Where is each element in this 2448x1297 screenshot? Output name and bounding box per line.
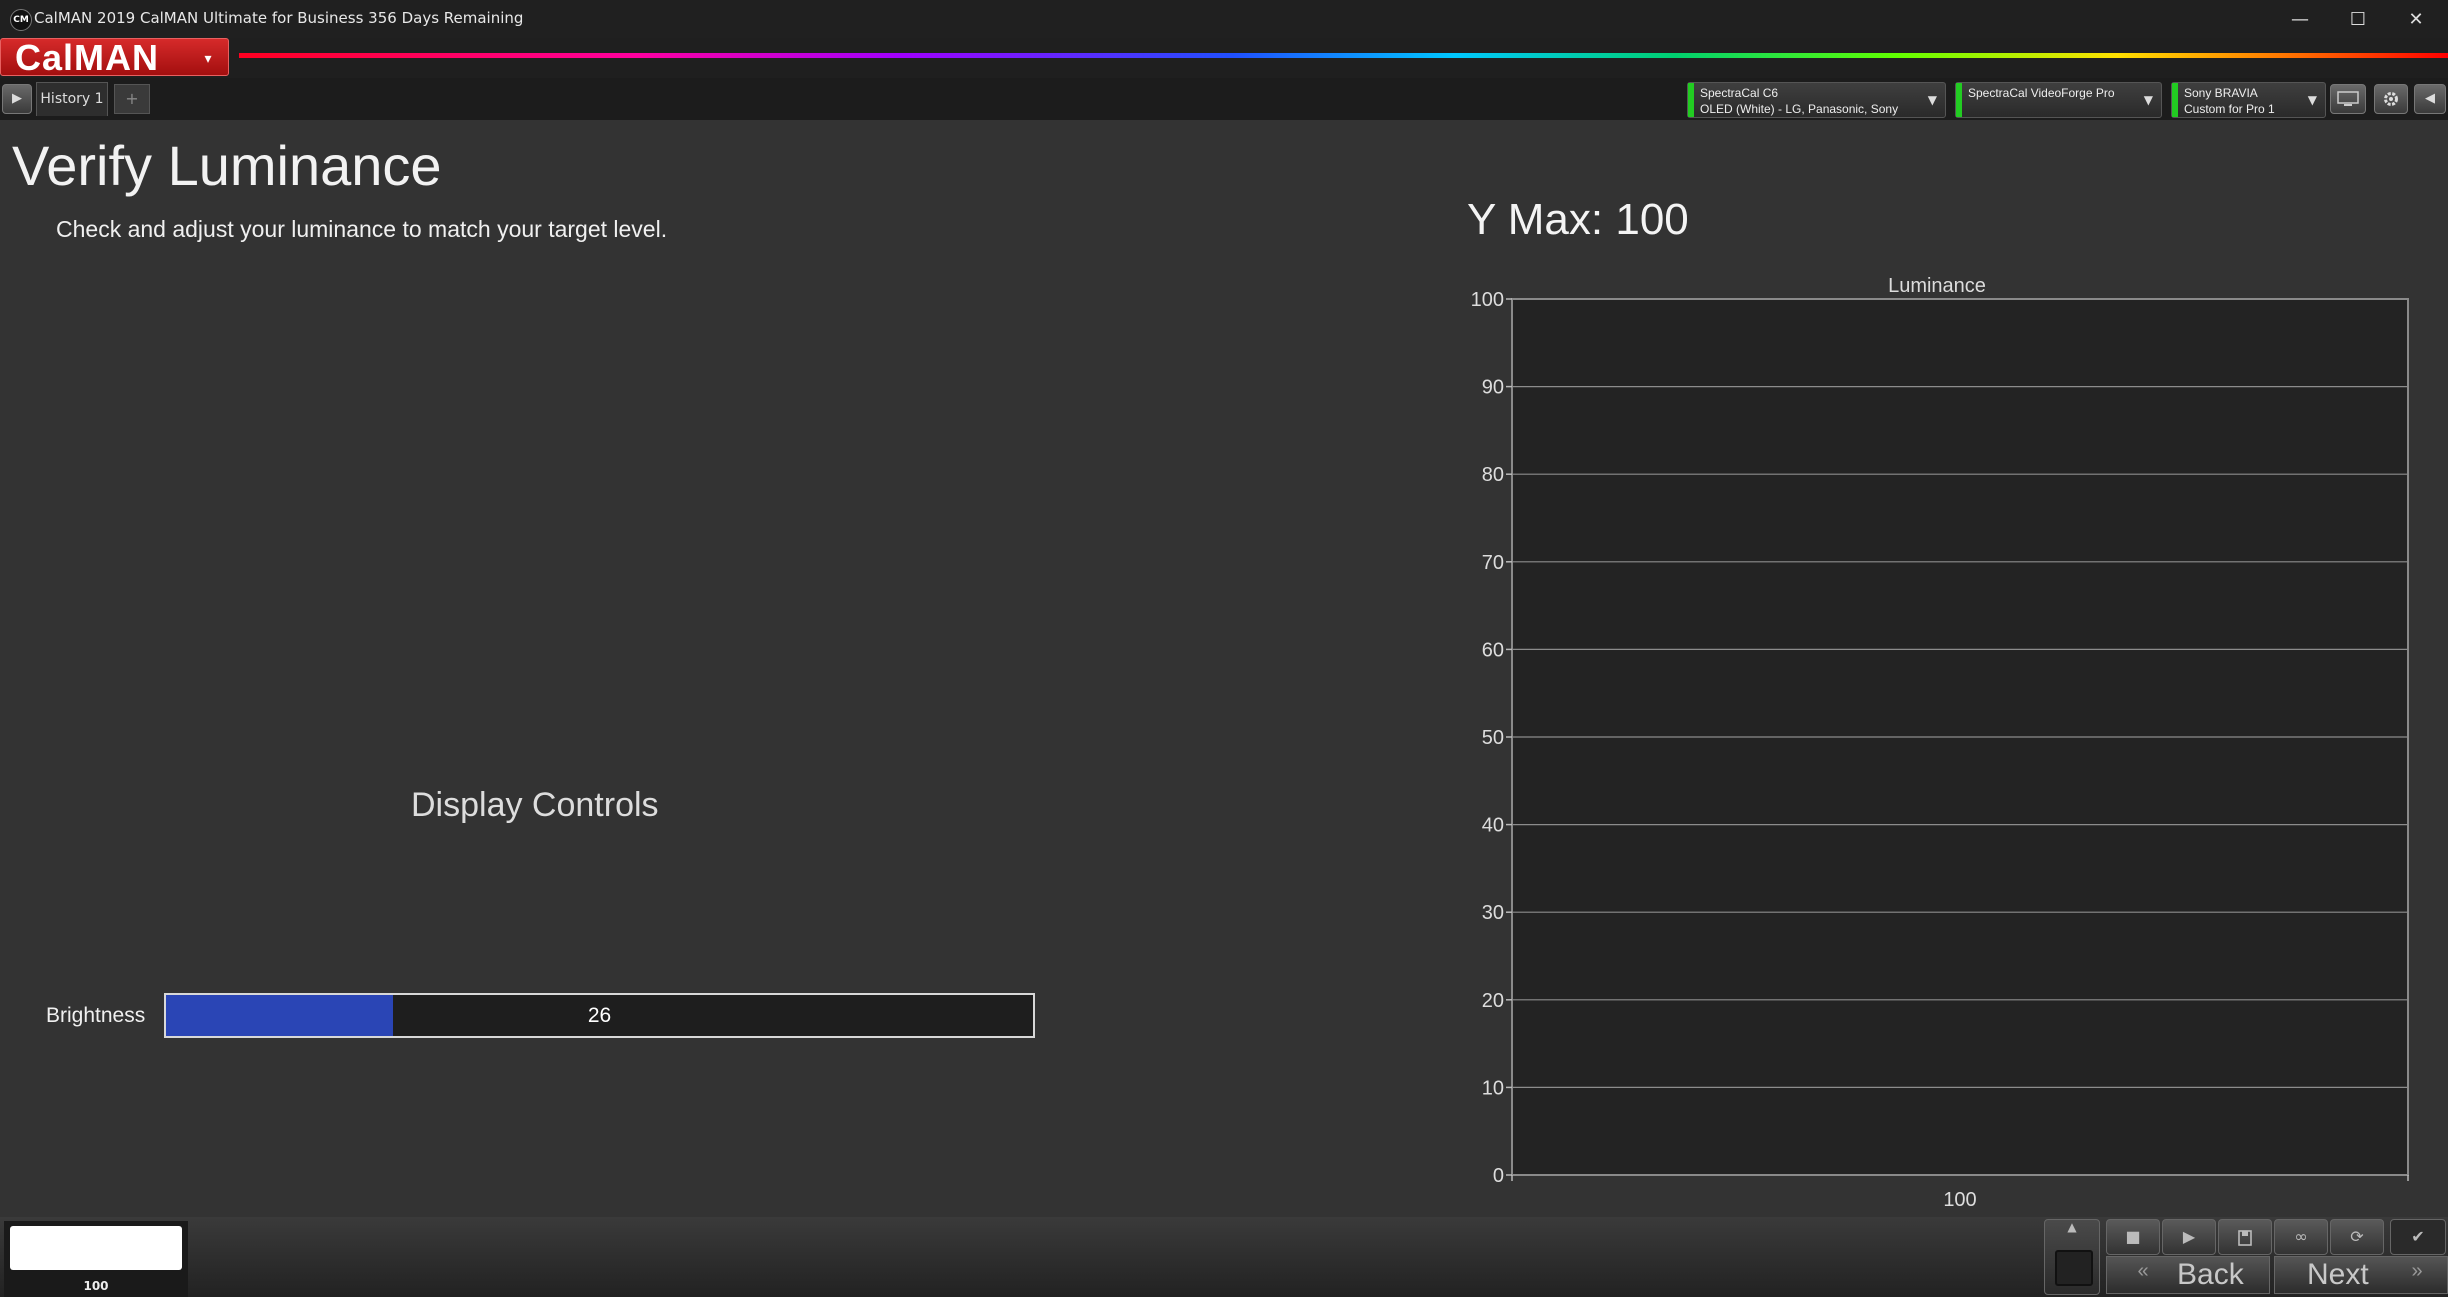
maximize-button[interactable]: ☐ [2330,0,2386,38]
calman-menu-button[interactable]: CalMAN ▾ [0,37,229,78]
brightness-label: Brightness [46,1004,146,1027]
y-tick-label: 80 [1482,464,1504,486]
chevron-down-icon: ▼ [2307,93,2317,107]
refresh-icon[interactable]: ⟳ [2330,1219,2384,1255]
status-led [2172,83,2178,117]
y-tick-label: 30 [1482,902,1504,924]
x-tick-label: 100 [1943,1189,1976,1210]
y-tick-label: 10 [1482,1077,1504,1099]
status-led [1956,83,1962,117]
page-title: Verify Luminance [12,134,442,197]
window-title: CalMAN 2019 CalMAN Ultimate for Business… [34,9,524,27]
source-window-toggle[interactable]: ▲ [2044,1219,2100,1295]
title-bar: CM CalMAN 2019 CalMAN Ultimate for Busin… [0,0,2448,38]
display-name: Sony BRAVIA [2184,86,2258,100]
next-button[interactable]: Next » [2274,1256,2448,1294]
loop-icon[interactable]: ∞ [2274,1219,2328,1255]
chevron-down-icon: ▼ [1927,93,1937,107]
chevron-down-icon: ▼ [2143,93,2153,107]
back-chevron-icon: « [2137,1260,2149,1282]
pattern-swatch [10,1226,182,1270]
add-tab-button[interactable]: + [114,84,150,114]
y-tick-label: 50 [1482,727,1504,749]
display-profile: Custom for Pro 1 [2184,102,2275,116]
gear-icon[interactable] [2374,84,2408,114]
y-tick-label: 40 [1482,815,1504,837]
meter-name: SpectraCal C6 [1700,86,1779,100]
y-tick-label: 60 [1482,639,1504,661]
meter-selector[interactable]: SpectraCal C6 OLED (White) - LG, Panason… [1687,82,1946,118]
chevron-down-icon: ▾ [204,51,212,67]
y-tick-label: 70 [1482,552,1504,574]
screen-icon [2055,1250,2093,1286]
minimize-button[interactable]: — [2272,0,2328,38]
brightness-value: 26 [587,1004,612,1027]
y-tick-label: 20 [1482,990,1504,1012]
page-description: Check and adjust your luminance to match… [56,216,668,242]
y-tick-label: 0 [1493,1165,1504,1187]
calman-logo: CalMAN [15,37,160,78]
y-tick-label: 100 [1471,289,1504,311]
stop-icon[interactable]: ■ [2106,1219,2160,1255]
play-icon[interactable]: ▶ [2,84,32,114]
pattern-label: 100 [83,1279,109,1293]
monitor-icon[interactable] [2330,84,2366,114]
next-label: Next [2307,1258,2369,1291]
brightness-slider[interactable]: 26 [164,993,1035,1038]
collapse-left-icon[interactable]: ◀ [2414,84,2446,114]
tab-bar: ▶ History 1 + SpectraCal C6 OLED (White)… [0,78,2448,120]
back-label: Back [2177,1258,2244,1291]
ymax-label: Y Max: 100 [1467,195,1689,244]
brand-row: CalMAN ▾ [0,37,2448,78]
close-button[interactable]: ✕ [2388,0,2444,38]
next-chevron-icon: » [2411,1260,2423,1282]
display-selector[interactable]: Sony BRAVIA Custom for Pro 1 ▼ [2171,82,2326,118]
pattern-thumbnail[interactable]: 100 [4,1221,188,1297]
chevron-up-icon: ▲ [2067,1220,2077,1234]
display-controls-title: Display Controls [411,786,659,824]
tab-history-1[interactable]: History 1 [36,82,108,116]
luminance-chart: Luminance 0 10 20 30 40 50 60 70 80 90 100 100 [1471,275,2409,1210]
save-icon[interactable] [2218,1219,2272,1255]
meter-profile: OLED (White) - LG, Panasonic, Sony [1700,102,1899,116]
y-tick-label: 90 [1482,377,1504,399]
source-selector[interactable]: SpectraCal VideoForge Pro ▼ [1955,82,2162,118]
source-name: SpectraCal VideoForge Pro [1968,86,2115,100]
check-icon[interactable]: ✔ [2390,1219,2446,1255]
status-led [1688,83,1694,117]
play-icon[interactable]: ▶ [2162,1219,2216,1255]
chart-title: Luminance [1888,275,1986,297]
back-button[interactable]: « Back [2106,1256,2270,1294]
app-icon: CM [10,9,32,31]
spectrum-bar [239,53,2448,58]
